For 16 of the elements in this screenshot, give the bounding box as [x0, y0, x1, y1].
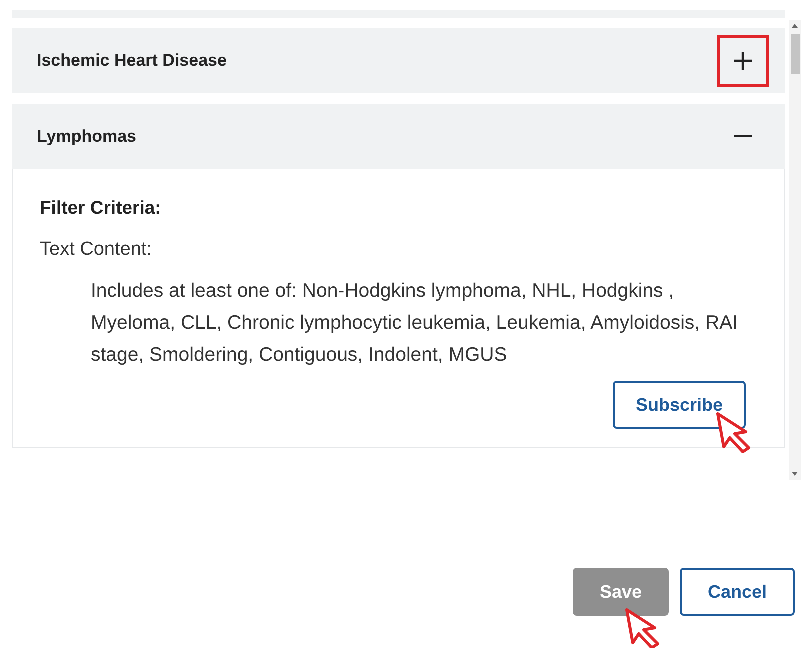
accordion-header[interactable]: Lymphomas — [12, 104, 785, 169]
criteria-text: Includes at least one of: Non-Hodgkins lymphoma, NHL, Hodgkins , Myeloma, CLL, Chronic lymphocytic leukemia, Leukemia, Amyloidosis, RAI stage, Smoldering, Contiguous, Indolent, MGUS — [91, 279, 739, 368]
scrollbar[interactable] — [789, 20, 801, 480]
scroll-up-icon[interactable] — [792, 24, 798, 28]
expand-button[interactable] — [717, 34, 769, 86]
cancel-button[interactable]: Cancel — [680, 568, 795, 616]
minus-icon — [734, 135, 752, 138]
criteria-heading: Filter Criteria: — [40, 197, 162, 219]
section-title: Lymphomas — [37, 126, 137, 146]
accordion-header[interactable]: Ischemic Heart Disease — [12, 28, 785, 93]
scroll-thumb[interactable] — [790, 34, 800, 74]
section-title: Ischemic Heart Disease — [37, 50, 227, 70]
plus-icon — [734, 52, 752, 70]
subscribe-button[interactable]: Subscribe — [612, 381, 746, 429]
field-label: Text Content: — [40, 239, 153, 261]
scroll-down-icon[interactable] — [792, 472, 798, 476]
